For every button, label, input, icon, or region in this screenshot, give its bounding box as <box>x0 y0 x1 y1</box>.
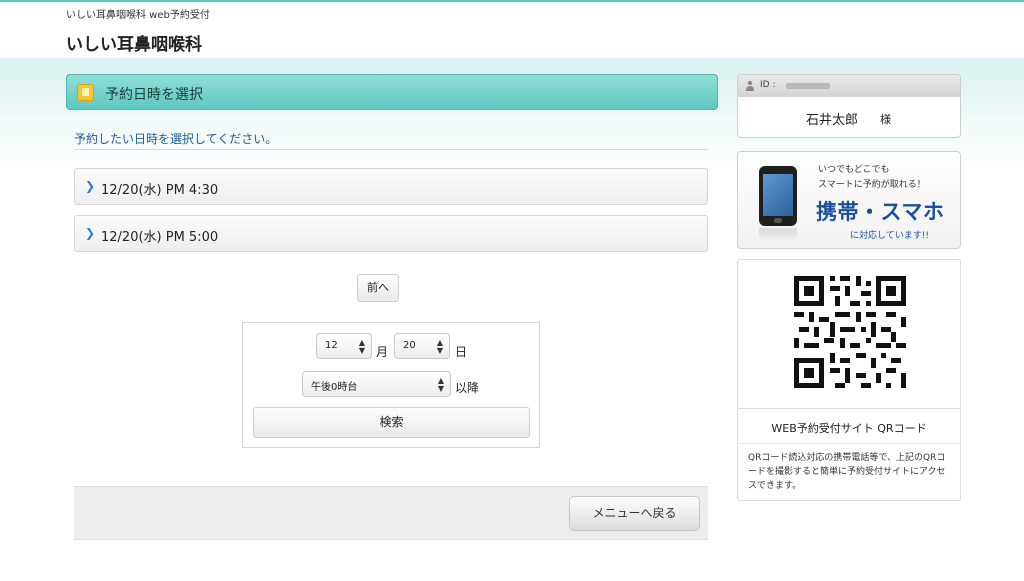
prev-button[interactable]: 前へ <box>357 274 399 302</box>
back-to-menu-button[interactable]: メニューへ戻る <box>569 496 700 531</box>
instruction-divider <box>74 149 708 150</box>
promo-line-3: に対応しています!! <box>850 231 929 241</box>
user-id-label: ID : <box>760 80 776 90</box>
qr-caption: WEB予約受付サイト QRコード <box>771 422 927 435</box>
month-select-value: 12 <box>325 340 338 351</box>
time-slot-label: 12/20(水) PM 5:00 <box>101 230 219 245</box>
chevron-right-icon: ❯ <box>85 226 96 240</box>
time-slot-label: 12/20(水) PM 4:30 <box>101 183 219 198</box>
section-title-bar: 予約日時を選択 <box>66 74 718 110</box>
site-title[interactable]: いしい耳鼻咽喉科 <box>66 30 202 55</box>
select-arrows-icon: ▲ ▼ <box>437 376 444 393</box>
time-slot[interactable]: ❯ 12/20(水) PM 4:30 <box>74 168 708 205</box>
day-select[interactable]: 20 ▲ ▼ <box>394 333 450 359</box>
section-title: 予約日時を選択 <box>105 87 203 103</box>
chevron-right-icon: ❯ <box>85 179 96 193</box>
qr-description: QRコード読込対応の携帯電話等で、上記のQRコードを撮影すると簡単に予約受付サイ… <box>748 453 946 491</box>
month-unit-label: 月 <box>376 345 389 359</box>
header: いしい耳鼻咽喉科 web予約受付 いしい耳鼻咽喉科 <box>0 2 1024 58</box>
time-slot[interactable]: ❯ 12/20(水) PM 5:00 <box>74 215 708 252</box>
time-unit-label: 以降 <box>455 381 480 395</box>
day-select-value: 20 <box>403 340 416 351</box>
time-select-value: 午後0時台 <box>311 382 358 393</box>
month-select[interactable]: 12 ▲ ▼ <box>316 333 372 359</box>
calendar-box-icon <box>77 84 94 101</box>
promo-line-2: スマートに予約が取れる！ <box>818 180 926 190</box>
user-honorific: 様 <box>880 113 891 126</box>
user-card: ID : 石井太郎 様 <box>737 74 961 138</box>
promo-line-1: いつでもどこでも <box>818 165 890 175</box>
select-arrows-icon: ▲ ▼ <box>358 338 365 355</box>
day-unit-label: 日 <box>455 345 468 359</box>
footer-bar: メニューへ戻る <box>74 486 708 540</box>
user-id-masked <box>786 83 830 89</box>
smartphone-reflection <box>759 228 797 242</box>
user-name: 石井太郎 <box>806 113 859 128</box>
smartphone-icon <box>759 166 797 226</box>
search-button[interactable]: 検索 <box>253 407 530 438</box>
user-icon <box>745 81 755 91</box>
instruction-text: 予約したい日時を選択してください。 <box>74 132 278 146</box>
mobile-promo-banner[interactable]: いつでもどこでも スマートに予約が取れる！ 携帯・スマホ に対応しています!! <box>737 151 961 249</box>
select-arrows-icon: ▲ ▼ <box>436 338 443 355</box>
promo-headline: 携帯・スマホ <box>816 200 945 224</box>
qr-divider <box>738 443 960 444</box>
user-id-strip: ID : <box>738 75 960 97</box>
time-select[interactable]: 午後0時台 ▲ ▼ <box>302 371 451 397</box>
header-subtitle: いしい耳鼻咽喉科 web予約受付 <box>66 10 210 21</box>
qr-code-icon <box>794 276 906 388</box>
qr-card: WEB予約受付サイト QRコード QRコード読込対応の携帯電話等で、上記のQRコ… <box>737 259 961 501</box>
qr-divider <box>738 408 960 409</box>
search-panel: 12 ▲ ▼ 月 20 ▲ ▼ 日 午後0時台 ▲ ▼ 以降 検索 <box>242 322 540 448</box>
